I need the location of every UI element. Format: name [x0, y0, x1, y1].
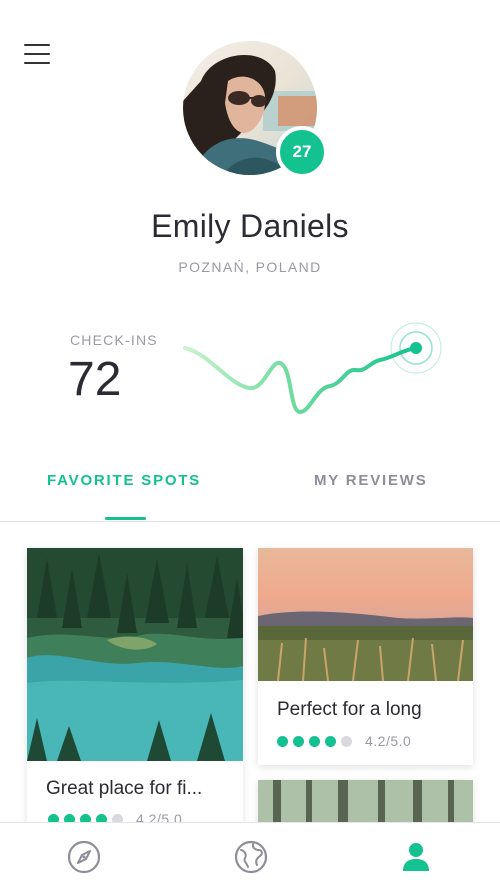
rating-dot-filled: [325, 735, 336, 747]
profile-name: Emily Daniels: [151, 208, 349, 244]
bottom-navigation: [0, 822, 500, 889]
checkin-count-badge: 27: [276, 126, 328, 178]
nav-explore-button[interactable]: [64, 837, 104, 877]
checkins-sparkline: [183, 322, 442, 415]
spot-card-title: Great place for fi...: [46, 778, 203, 799]
profile-location: POZNAŃ, POLAND: [178, 259, 322, 275]
active-tab-indicator: [105, 517, 146, 520]
menu-button[interactable]: [24, 44, 50, 66]
nav-profile-button[interactable]: [396, 837, 436, 877]
spot-card-title: Perfect for a long: [277, 699, 422, 720]
globe-icon: [234, 840, 268, 874]
tab-my-reviews[interactable]: MY REVIEWS: [314, 472, 428, 489]
hamburger-menu-icon: [24, 44, 50, 46]
rating-dot-filled: [293, 735, 304, 747]
profile-avatar-container: 27: [183, 41, 328, 178]
sparkline-end-point: [410, 342, 422, 354]
profile-tabs: FAVORITE SPOTS MY REVIEWS: [0, 460, 500, 522]
compass-icon: [67, 840, 101, 874]
nav-world-button[interactable]: [231, 837, 271, 877]
rating-dot-filled: [309, 735, 320, 747]
spot-image-meadow: [258, 548, 473, 681]
spot-card[interactable]: Perfect for a long 4.2/5.0: [258, 548, 473, 765]
rating-dot-filled: [277, 735, 288, 747]
spot-image-lake: [27, 548, 243, 761]
spot-card-rating: 4.2/5.0: [277, 733, 411, 749]
rating-text: 4.2/5.0: [365, 733, 412, 749]
checkins-value: 72: [68, 353, 122, 406]
tab-favorite-spots[interactable]: FAVORITE SPOTS: [47, 472, 201, 489]
user-icon: [403, 843, 429, 871]
checkins-label: CHECK-INS: [70, 332, 158, 348]
spot-card[interactable]: Great place for fi... 4.2/5.0: [27, 548, 243, 838]
rating-dot-empty: [341, 735, 352, 747]
